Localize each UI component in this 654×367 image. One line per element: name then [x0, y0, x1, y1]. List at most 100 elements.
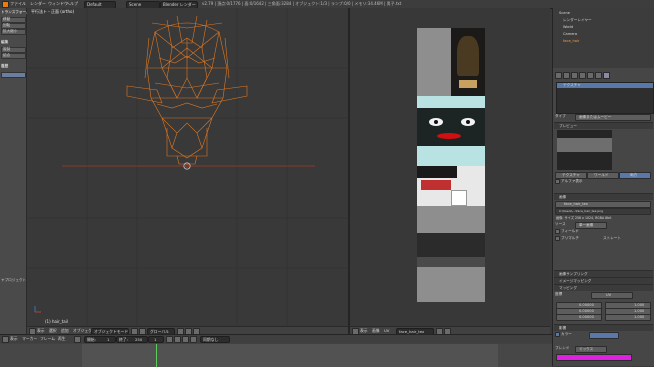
offset-y-value: 0.00000	[579, 309, 594, 313]
premult-label: プリマルチ	[561, 236, 579, 240]
start-frame-field[interactable]: 開始: 1	[84, 336, 116, 343]
offset-z-field[interactable]: 0.00000	[556, 314, 602, 321]
outliner-mesh-object[interactable]: face_hair	[563, 39, 579, 43]
preview-tab-both[interactable]: 両方	[619, 172, 651, 179]
fields-row: フィールド	[555, 229, 651, 234]
history-active-item[interactable]	[1, 72, 26, 78]
render-tab-icon[interactable]	[555, 72, 562, 79]
blend-value: ミックス	[579, 347, 594, 351]
sync-mode-dropdown[interactable]: 同期なし	[200, 336, 230, 343]
mouth-shape	[437, 133, 461, 139]
outliner: Scene レンダーレイヤー World Camera face_hair	[553, 8, 654, 68]
3d-viewport[interactable]: 平行法ト・正面 (ortho) (1) hair_tail	[27, 8, 348, 326]
jump-end-icon[interactable]	[190, 336, 197, 343]
current-frame-indicator[interactable]	[156, 344, 157, 367]
preview-section-header[interactable]: プレビュー	[554, 122, 653, 129]
image-section-header[interactable]: 画像	[554, 193, 653, 200]
end-frame-field[interactable]: 終了: 250	[116, 336, 148, 343]
alpha-checkbox[interactable]	[555, 179, 560, 184]
texture-image	[417, 28, 485, 302]
preview-label: プレビュー	[559, 124, 577, 128]
mapping-section-header[interactable]: マッピング	[554, 284, 653, 291]
mesh-wireframe[interactable]	[126, 15, 248, 165]
preview-tab-texture[interactable]: テクスチャ	[555, 172, 587, 179]
preview-tab-texture-label: テクスチャ	[562, 173, 580, 177]
play-reverse-icon[interactable]	[174, 336, 181, 343]
face-dark-band	[417, 108, 485, 146]
blender-logo-icon[interactable]	[2, 1, 9, 8]
preview-type-row: テクスチャ ワールド 両方	[555, 172, 651, 179]
jump-start-icon[interactable]	[166, 336, 173, 343]
uv-image-editor[interactable]	[350, 8, 550, 326]
play-icon[interactable]	[182, 336, 189, 343]
tl-menu-playback[interactable]: 再生	[58, 336, 66, 342]
texture-color-swatch[interactable]	[556, 354, 632, 361]
timeline-frame-range	[82, 344, 498, 367]
influence-label: 影響	[559, 326, 567, 330]
tl-menu-frame[interactable]: フレーム	[40, 336, 55, 342]
right-pupil-shape	[466, 120, 470, 124]
tl-menu-view[interactable]: 表示	[10, 336, 18, 342]
size-z-field[interactable]: 1.000	[605, 314, 651, 321]
world-tab-icon[interactable]	[571, 72, 578, 79]
image-datablock-field[interactable]: face_hair_tex	[555, 201, 651, 208]
fields-label: フィールド	[561, 229, 579, 233]
tl-menu-marker[interactable]: マーカー	[22, 336, 37, 342]
texture-strip-region	[417, 257, 485, 267]
end-frame-value: 250	[135, 337, 143, 342]
texture-slot-active[interactable]: テクスチャ	[557, 83, 653, 88]
menu-render[interactable]: レンダー	[30, 1, 46, 7]
timeline-editor-type-icon[interactable]	[2, 336, 9, 343]
texture-type-dropdown[interactable]: 画像またはムービー	[575, 114, 651, 121]
texture-face-region	[417, 96, 485, 166]
modifier-tab-icon[interactable]	[587, 72, 594, 79]
image-source-dropdown[interactable]: 単一画像	[575, 222, 607, 229]
outliner-world[interactable]: World	[563, 25, 573, 29]
premult-checkbox[interactable]	[555, 236, 560, 241]
texture-slots-list[interactable]: テクスチャ	[556, 82, 654, 114]
rotate-label: 回転	[3, 23, 11, 27]
coordinates-row: 座標 UV	[555, 292, 651, 299]
scene-tab-icon[interactable]	[563, 72, 570, 79]
size-y-value: 1.000	[634, 309, 645, 313]
object-tab-icon[interactable]	[579, 72, 586, 79]
tooth-block-shape	[451, 190, 467, 206]
properties-tab-row	[555, 72, 652, 79]
color-influence-slider[interactable]	[589, 332, 619, 339]
preview-tab-world[interactable]: ワールド	[587, 172, 619, 179]
current-frame-field[interactable]: 1	[148, 336, 164, 343]
color-influence-checkbox[interactable]	[555, 332, 560, 337]
duplicate-label: 複製	[3, 47, 11, 51]
preview-tab-both-label: 両方	[630, 173, 638, 177]
outliner-scene[interactable]: Scene	[559, 11, 570, 15]
record-icon[interactable]	[74, 336, 81, 343]
outliner-camera[interactable]: Camera	[563, 32, 577, 36]
texture-hair-region	[451, 28, 485, 96]
menu-window[interactable]: ウィンドウ	[48, 1, 68, 7]
image-section-label: 画像	[559, 195, 567, 199]
image-mapping-section-header[interactable]: イメージマッピング	[554, 277, 653, 284]
straight-label: ストレート	[603, 236, 621, 240]
blend-dropdown[interactable]: ミックス	[575, 346, 607, 353]
material-tab-icon[interactable]	[595, 72, 602, 79]
coordinates-dropdown[interactable]: UV	[591, 292, 633, 299]
ie-menu-uv[interactable]: UV	[384, 328, 389, 333]
image-path-field[interactable]: C:\Users\...\face_hair_tex.png	[555, 208, 651, 215]
preview-tab-world-label: ワールド	[594, 173, 609, 177]
sync-mode-value: 同期なし	[203, 337, 219, 342]
sampling-section-header[interactable]: 画像サンプリング	[554, 270, 653, 277]
tool-shelf: トランスフォーム 移動 回転 拡大縮小 編集 複製 結合 履歴 ヤプロジェクト	[0, 8, 30, 334]
viewport-canvas	[27, 8, 348, 326]
influence-section-header[interactable]: 影響	[554, 324, 653, 331]
left-pupil-shape	[434, 120, 438, 124]
viewport-grid	[27, 8, 348, 326]
blend-row: ブレンド ミックス	[555, 346, 651, 353]
texture-tab-icon[interactable]	[603, 72, 610, 79]
teeth-dark-strip	[417, 166, 457, 178]
menu-file[interactable]: ファイル	[10, 1, 26, 7]
fields-checkbox[interactable]	[555, 229, 560, 234]
outliner-renderlayers[interactable]: レンダーレイヤー	[563, 18, 592, 23]
layout-name: Default	[87, 2, 102, 7]
menu-help[interactable]: ヘルプ	[66, 1, 78, 7]
color-influence-row: カラー	[555, 332, 651, 339]
